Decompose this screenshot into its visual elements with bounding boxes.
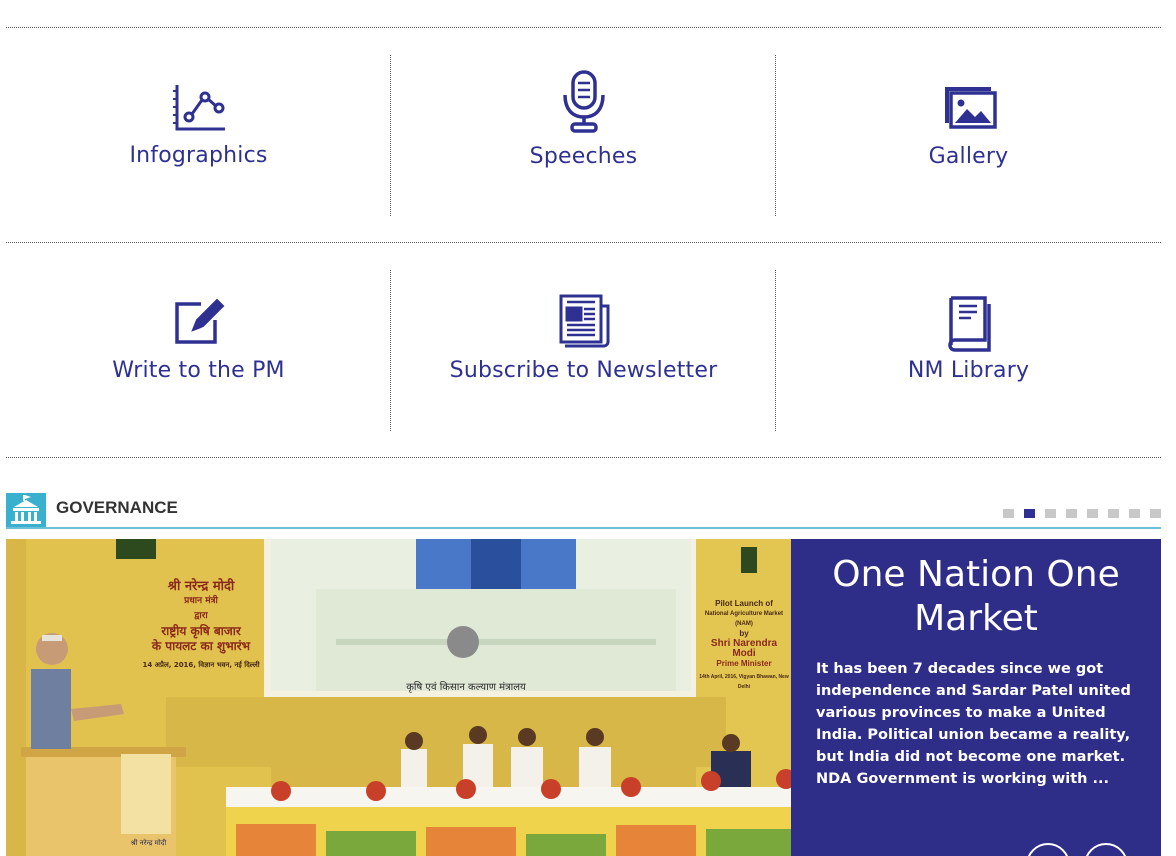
carousel-dot[interactable] (1150, 509, 1161, 518)
carousel-pagination (1003, 509, 1161, 519)
speeches-link[interactable]: Speeches (391, 55, 776, 215)
write-to-pm-link[interactable]: Write to the PM (6, 270, 391, 430)
infographics-link[interactable]: Infographics (6, 55, 391, 215)
share-button[interactable] (1026, 843, 1070, 856)
governance-building-icon (6, 493, 46, 527)
infographics-chart-icon (167, 77, 231, 141)
tile-label: Gallery (928, 144, 1009, 169)
event-photo (6, 539, 791, 856)
write-pencil-icon (167, 292, 231, 356)
carousel-dot[interactable] (1024, 509, 1035, 518)
screen-caption: कृषि एवं किसान कल्याण मंत्रालय (406, 682, 526, 693)
tile-label: Subscribe to Newsletter (449, 358, 718, 383)
governance-header: GOVERNANCE (6, 493, 1161, 529)
nm-library-link[interactable]: NM Library (776, 270, 1161, 430)
slide-title[interactable]: One Nation One Market (801, 553, 1151, 641)
gallery-link[interactable]: Gallery (776, 55, 1161, 215)
tile-label: NM Library (907, 358, 1030, 383)
microphone-icon (552, 69, 616, 133)
tile-label: Speeches (529, 144, 638, 169)
subscribe-newsletter-link[interactable]: Subscribe to Newsletter (391, 270, 776, 430)
divider (6, 242, 1161, 243)
carousel-dot[interactable] (1045, 509, 1056, 518)
divider (6, 457, 1161, 458)
carousel-dot[interactable] (1087, 509, 1098, 518)
slide-caption-panel: One Nation One Market It has been 7 deca… (791, 539, 1161, 856)
banner-text-right: Pilot Launch of National Agriculture Mar… (699, 599, 789, 690)
carousel-dot[interactable] (1129, 509, 1140, 518)
banner-text-left: श्री नरेन्द्र मोदी प्रधान मंत्री द्वारा … (142, 579, 260, 669)
carousel-dot[interactable] (1066, 509, 1077, 518)
book-icon (937, 292, 1001, 356)
divider (6, 27, 1161, 28)
section-title: GOVERNANCE (56, 498, 178, 517)
carousel-dot[interactable] (1003, 509, 1014, 518)
podium-text: श्री नरेन्द्र मोदी (130, 839, 167, 847)
carousel-dot[interactable] (1108, 509, 1119, 518)
slide-image[interactable]: श्री नरेन्द्र मोदी प्रधान मंत्री द्वारा … (6, 539, 791, 856)
slide-excerpt: It has been 7 decades since we got indep… (816, 661, 1131, 787)
newspaper-icon (552, 292, 616, 356)
tile-label: Write to the PM (112, 358, 285, 383)
gallery-image-icon (937, 77, 1001, 141)
read-more-button[interactable] (1084, 843, 1128, 856)
tile-label: Infographics (129, 143, 268, 168)
